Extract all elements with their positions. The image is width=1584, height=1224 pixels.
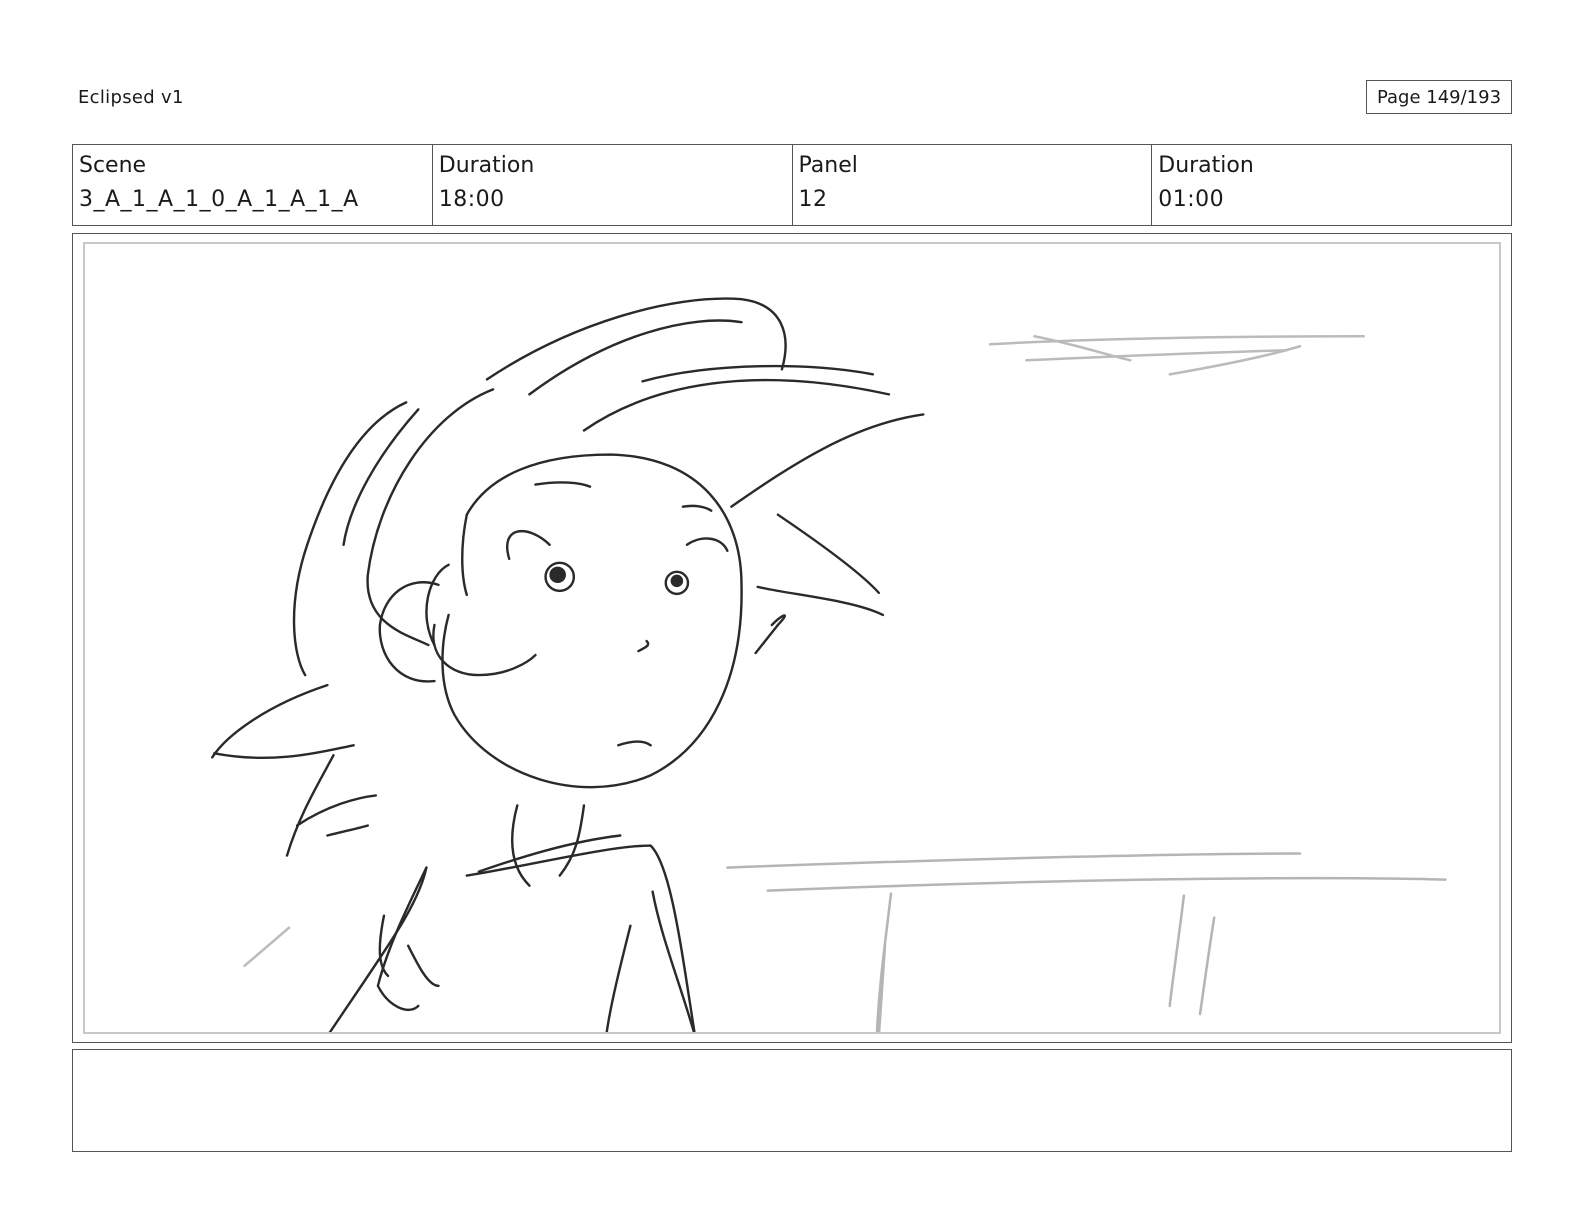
scene-duration-cell: Duration 18:00 xyxy=(433,145,793,225)
storyboard-panel xyxy=(83,242,1501,1034)
railing-sketch xyxy=(726,852,1447,1032)
page-number: Page 149/193 xyxy=(1366,80,1512,114)
panel-duration-value: 01:00 xyxy=(1158,187,1225,212)
project-title: Eclipsed v1 xyxy=(78,87,184,108)
character-sketch xyxy=(211,297,925,1032)
panel-cell: Panel 12 xyxy=(793,145,1153,225)
scene-duration-label: Duration xyxy=(438,153,535,178)
scene-info-table: Scene 3_A_1_A_1_0_A_1_A_1_A Duration 18:… xyxy=(72,144,1512,226)
scene-duration-value: 18:00 xyxy=(438,187,505,212)
scene-label: Scene xyxy=(79,153,147,178)
storyboard-sketch xyxy=(211,297,1447,1032)
panel-label: Panel xyxy=(798,153,858,178)
sky-lines-sketch xyxy=(243,334,1365,968)
panel-duration-label: Duration xyxy=(1158,153,1254,178)
panel-value: 12 xyxy=(798,187,828,212)
storyboard-panel-frame xyxy=(72,233,1512,1043)
scene-cell: Scene 3_A_1_A_1_0_A_1_A_1_A xyxy=(73,145,433,225)
panel-duration-cell: Duration 01:00 xyxy=(1152,145,1511,225)
scene-value: 3_A_1_A_1_0_A_1_A_1_A xyxy=(79,187,359,212)
notes-area xyxy=(72,1049,1512,1152)
